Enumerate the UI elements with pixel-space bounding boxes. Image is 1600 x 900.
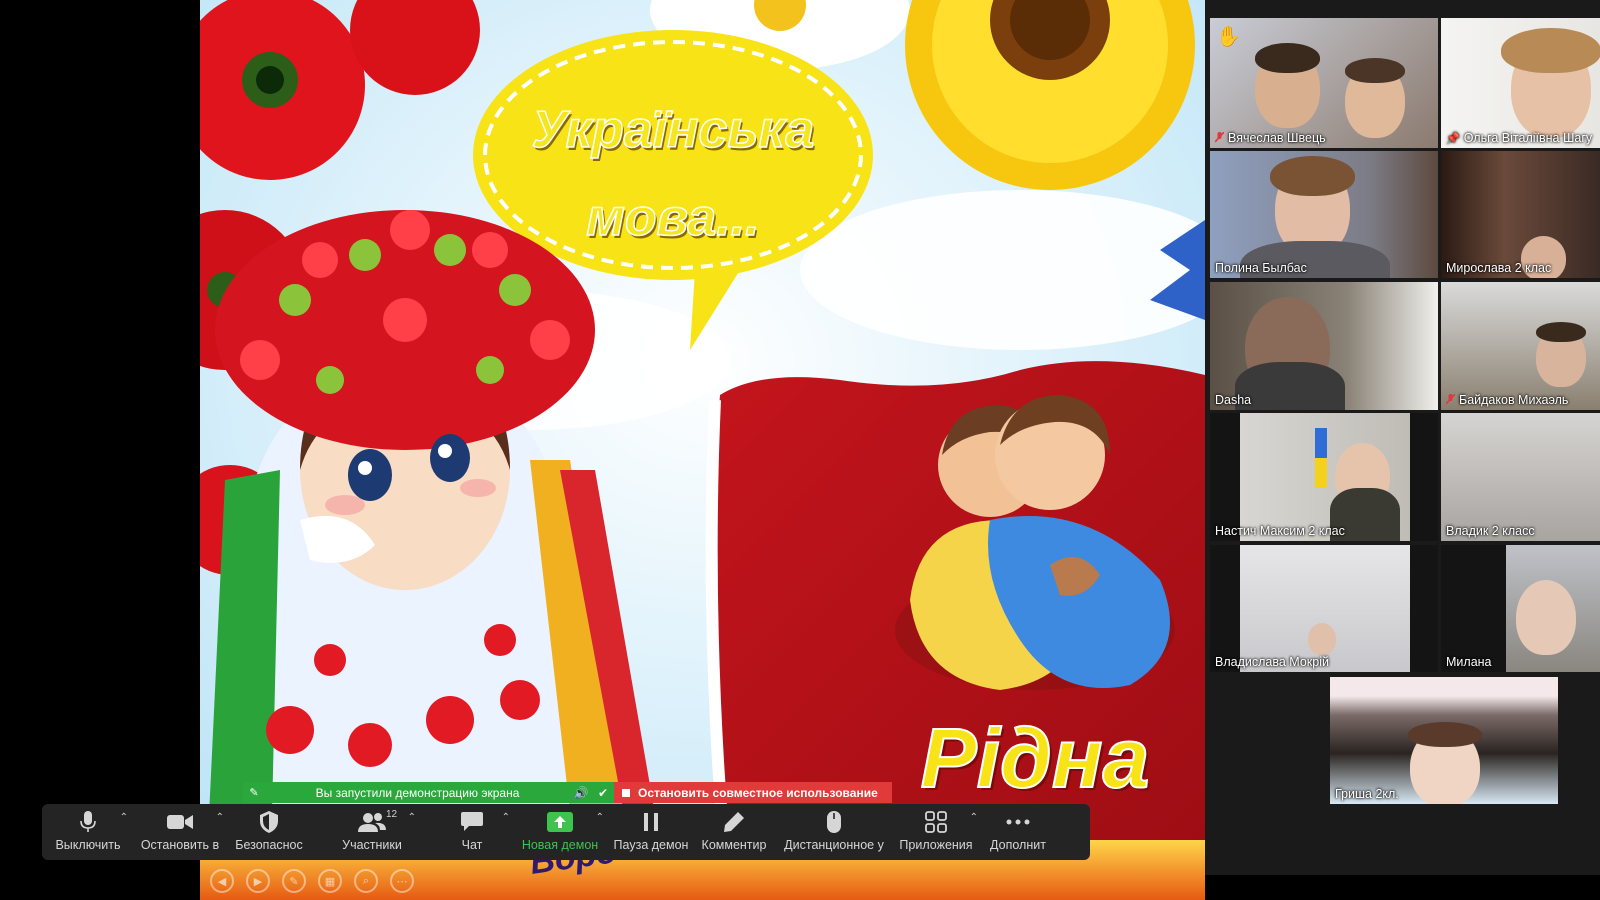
video-tile[interactable]: Гриша 2кл. [1330,677,1558,804]
video-tile[interactable]: Полина Былбас [1210,151,1438,278]
new-share-button[interactable]: Новая демон ⌃ [512,804,608,860]
more-options-icon[interactable]: ⋯ [390,869,414,893]
screen-share-status-bar: ✎ Вы запустили демонстрацию экрана 🔊 ✔ [243,782,614,803]
participant-name: Гриша 2кл. [1335,787,1399,801]
pencil-icon [724,812,744,832]
shared-screen-slide: Українська мова... Рідна Воро [200,0,1205,900]
participants-button[interactable]: Участники 12 ⌃ [312,804,432,860]
participant-name: Владик 2 класс [1446,524,1535,538]
zoom-icon[interactable]: ⌕ [354,869,378,893]
participant-name: Владислава Мокрій [1215,655,1329,669]
remote-control-button[interactable]: Дистанционное у [774,804,894,860]
participants-gallery: ✋ Вячеслав Швець 📌 Ольга Віталіївна Шагу … [1205,0,1600,875]
share-status-text: Вы запустили демонстрацию экрана [315,785,520,800]
prev-slide-icon[interactable]: ◀ [210,869,234,893]
mic-muted-icon [1446,394,1455,405]
next-slide-icon[interactable]: ▶ [246,869,270,893]
participants-icon [358,813,386,832]
video-tile[interactable]: ✋ Вячеслав Швець [1210,18,1438,148]
share-audio-icon[interactable]: 🔊 [570,786,592,800]
pen-icon[interactable]: ✎ [282,869,306,893]
stop-share-button[interactable]: Остановить совместное использование [614,782,892,803]
chevron-up-icon[interactable]: ⌃ [970,812,978,823]
shield-icon [260,811,278,833]
participant-name: Мирослава 2 клас [1446,261,1552,275]
meeting-toolbar: Выключить ⌃ Остановить в ⌃ Безопаснос Уч… [42,804,1090,860]
video-tile[interactable]: Мирослава 2 клас [1441,151,1600,278]
participant-name: Ольга Віталіївна Шагу [1463,131,1593,145]
participant-name: Полина Былбас [1215,261,1307,275]
chevron-up-icon[interactable]: ⌃ [596,812,604,823]
share-secure-icon: ✔ [597,785,609,800]
stop-video-button[interactable]: Остановить в ⌃ [134,804,226,860]
stop-square-icon [622,788,630,797]
video-tile[interactable]: Dasha [1210,282,1438,410]
participant-name: Байдаков Михаэль [1459,393,1569,407]
more-dots-icon [1006,819,1030,825]
share-screen-icon [547,812,573,832]
participant-name: Вячеслав Швець [1228,131,1326,145]
more-button[interactable]: Дополнит [978,804,1058,860]
video-camera-icon [167,815,193,829]
chevron-up-icon[interactable]: ⌃ [120,812,128,823]
apps-icon [925,811,947,833]
stop-share-label: Остановить совместное использование [638,785,878,800]
pin-toolbar-icon[interactable]: ✎ [243,786,265,799]
slide-title-line2: мова... [586,188,761,248]
participant-name: Dasha [1215,393,1252,407]
video-tile[interactable]: Настич Максим 2 клас [1210,413,1438,541]
mute-button[interactable]: Выключить ⌃ [42,804,134,860]
chat-bubble-icon [461,812,483,831]
raised-hand-icon: ✋ [1216,26,1241,48]
chevron-up-icon[interactable]: ⌃ [408,812,416,823]
participant-name: Настич Максим 2 клас [1215,524,1345,538]
slide-navigation-controls: ◀ ▶ ✎ ▦ ⌕ ⋯ [200,866,450,896]
security-button[interactable]: Безопаснос [226,804,312,860]
slide-bottom-word: Рідна [920,710,1151,806]
slides-grid-icon[interactable]: ▦ [318,869,342,893]
video-tile-active-speaker[interactable]: 📌 Ольга Віталіївна Шагу [1441,18,1600,148]
mouse-icon [827,811,841,833]
video-tile[interactable]: Милана [1441,545,1600,672]
participants-count: 12 [386,809,398,820]
slide-title-line1: Українська [531,100,815,160]
apps-button[interactable]: Приложения ⌃ [894,804,978,860]
video-tile[interactable]: Владик 2 класс [1441,413,1600,541]
chevron-up-icon[interactable]: ⌃ [216,812,224,823]
pause-share-button[interactable]: Пауза демон [608,804,694,860]
pause-icon [644,813,658,831]
pin-icon: 📌 [1446,133,1460,145]
video-tile[interactable]: Байдаков Михаэль [1441,282,1600,410]
chat-button[interactable]: Чат ⌃ [432,804,512,860]
participant-name: Милана [1446,655,1492,669]
video-tile[interactable]: Владислава Мокрій [1210,545,1438,672]
annotate-button[interactable]: Комментир [694,804,774,860]
mic-muted-icon [1215,132,1224,143]
microphone-icon [80,811,96,832]
chevron-up-icon[interactable]: ⌃ [502,812,510,823]
